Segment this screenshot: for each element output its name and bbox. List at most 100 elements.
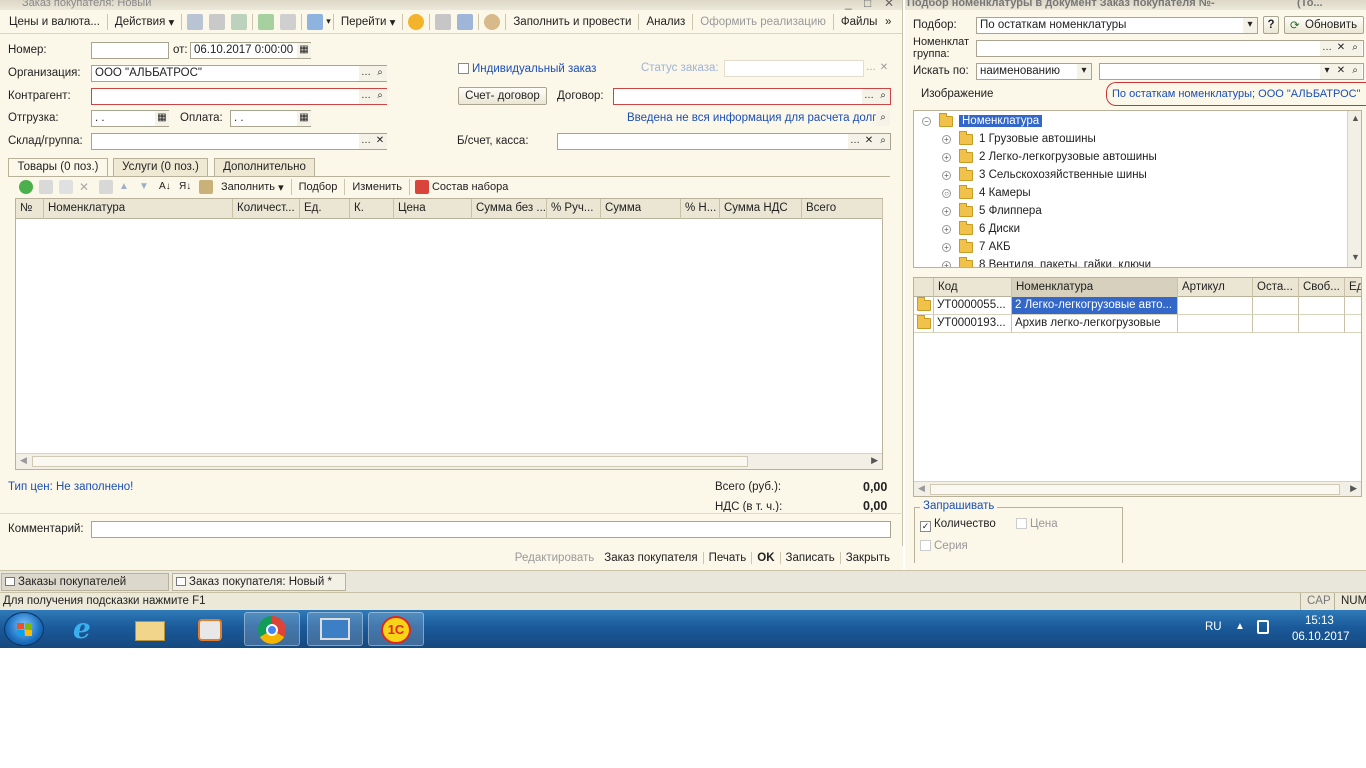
chevron-down-icon[interactable]: ▾ [1243,18,1257,33]
tree-root[interactable]: − Номенклатура [922,112,1043,130]
chevron-down-icon[interactable]: ▾ [1077,64,1091,79]
minimize-icon[interactable]: _ [845,0,852,10]
comment-field[interactable] [91,521,891,538]
refresh-button[interactable]: ⟳ Обновить [1284,16,1364,34]
table-row[interactable]: УТ0000193... Архив легко-легкогрузовые [914,315,1361,333]
search-icon[interactable]: ⌕ [1348,41,1362,56]
checkbox-checked-icon[interactable]: ✓ [920,521,931,532]
goods-table[interactable]: № Номенклатура Количест... Ед. К. Цена С… [15,198,883,470]
end-edit-icon[interactable] [99,180,113,194]
nom-group-field[interactable] [976,40,1364,57]
goto-menu[interactable]: Перейти ▾ [336,12,401,32]
horizontal-scrollbar[interactable]: ◀ ▶ [16,453,882,469]
selection-mode-select[interactable]: По остаткам номенклатуры [976,17,1258,34]
file-explorer-icon[interactable] [122,612,178,646]
sort-asc-icon[interactable]: A↓ [159,180,173,194]
remote-desktop-icon[interactable] [307,612,363,646]
tree-item[interactable]: +6 Диски [942,220,1020,238]
column-header[interactable]: Своб... [1299,278,1345,298]
search-icon[interactable]: ⌕ [876,89,890,104]
search-icon[interactable]: ⌕ [1348,64,1362,79]
expand-icon[interactable]: + [942,134,951,144]
set-composition-button[interactable]: Состав набора [432,177,513,197]
language-indicator[interactable]: RU [1205,621,1222,633]
tree-item[interactable]: ○ 4 Камеры [942,184,1031,202]
scroll-thumb[interactable] [930,484,1340,495]
ask-series-checkbox[interactable]: Серия [920,540,968,552]
add-icon[interactable] [19,180,33,194]
actions-menu[interactable]: Действия ▾ [110,12,179,32]
copy-row-icon[interactable] [39,180,53,194]
unpost-icon[interactable] [209,13,226,30]
save-button[interactable]: Записать [779,552,840,564]
column-header[interactable]: Номенклатура [44,199,233,219]
expand-icon[interactable]: + [942,206,951,216]
column-header[interactable]: % Руч... [547,199,601,219]
internet-explorer-icon[interactable]: e [60,612,116,646]
nomenclature-tree[interactable]: − Номенклатура +1 Грузовые автошины +2 Л… [913,110,1362,268]
bank-account-field[interactable] [557,133,891,150]
scroll-left-icon[interactable]: ◀ [918,483,925,494]
number-field[interactable] [91,42,169,59]
scroll-right-icon[interactable]: ▶ [871,455,878,466]
column-header[interactable]: % Н... [681,199,720,219]
media-player-icon[interactable] [183,612,239,646]
edit-button[interactable]: Редактировать [510,552,599,564]
expand-icon[interactable]: + [942,224,951,234]
invoice-contract-button[interactable]: Счет- договор [458,87,547,105]
save-icon[interactable] [258,13,275,30]
analysis-button[interactable]: Анализ [641,12,690,32]
expand-icon[interactable]: ○ [942,188,951,198]
column-header[interactable] [914,278,934,298]
select-dots-icon[interactable]: … [1320,41,1334,56]
search-icon[interactable]: ⌕ [876,111,890,126]
column-header[interactable]: № [16,199,44,219]
search-icon[interactable]: ⌕ [876,134,890,149]
scroll-left-icon[interactable]: ◀ [20,455,27,466]
clock-date[interactable]: 06.10.2017 [1292,631,1350,643]
show-hidden-icons[interactable]: ▲ [1235,621,1245,632]
search-by-select[interactable]: наименованию [976,63,1092,80]
search-icon[interactable]: ⌕ [373,89,387,104]
tab-additional[interactable]: Дополнительно [214,158,315,176]
order-print-button[interactable]: Заказ покупателя [599,552,702,564]
column-header[interactable]: Оста... [1253,278,1299,298]
scroll-up-icon[interactable]: ▲ [1351,113,1360,123]
checkbox-box[interactable] [1016,518,1027,529]
move-down-icon[interactable]: ▼ [139,180,153,194]
expand-icon[interactable]: + [942,242,951,252]
move-up-icon[interactable]: ▲ [119,180,133,194]
scroll-right-icon[interactable]: ▶ [1350,483,1357,494]
print-button[interactable]: Печать [702,552,752,564]
tree-item[interactable]: +1 Грузовые автошины [942,130,1096,148]
column-header[interactable]: Артикул [1178,278,1253,298]
expand-icon[interactable]: + [942,170,951,180]
toolbar-more-button[interactable]: » [880,12,896,32]
image-toggle[interactable]: Изображение [921,88,993,100]
counterparty-field[interactable] [91,88,387,105]
tab-services[interactable]: Услуги (0 поз.) [113,158,208,176]
start-button[interactable] [4,612,44,646]
movements-icon[interactable] [457,13,474,30]
delete-row-icon[interactable]: ✕ [79,180,93,194]
dots-icon[interactable]: … [864,61,878,76]
ask-price-checkbox[interactable]: Цена [1016,518,1058,530]
nomenclature-table[interactable]: Код Номенклатура Артикул Оста... Своб...… [913,277,1362,497]
order-status-field[interactable] [724,60,864,77]
column-header[interactable]: Количест... [233,199,300,219]
contract-field[interactable] [613,88,891,105]
edit-row-icon[interactable] [59,180,73,194]
collapse-icon[interactable]: − [922,116,931,126]
select-dots-icon[interactable]: … [862,89,876,104]
action-center-icon[interactable] [1257,620,1269,634]
tree-item[interactable]: +2 Легко-легкогрузовые автошины [942,148,1157,166]
column-header[interactable]: Всего [802,199,883,219]
expand-icon[interactable]: + [942,152,951,162]
column-header[interactable]: Код [934,278,1012,298]
ok-button[interactable]: OK [751,552,779,564]
close-button[interactable]: Закрыть [839,552,895,564]
window-tab-orders[interactable]: Заказы покупателей [1,573,169,591]
fill-menu[interactable]: Заполнить ▾ [216,177,289,197]
column-header[interactable]: Сумма без ... [472,199,547,219]
prices-currency-button[interactable]: Цены и валюта... [4,12,105,32]
